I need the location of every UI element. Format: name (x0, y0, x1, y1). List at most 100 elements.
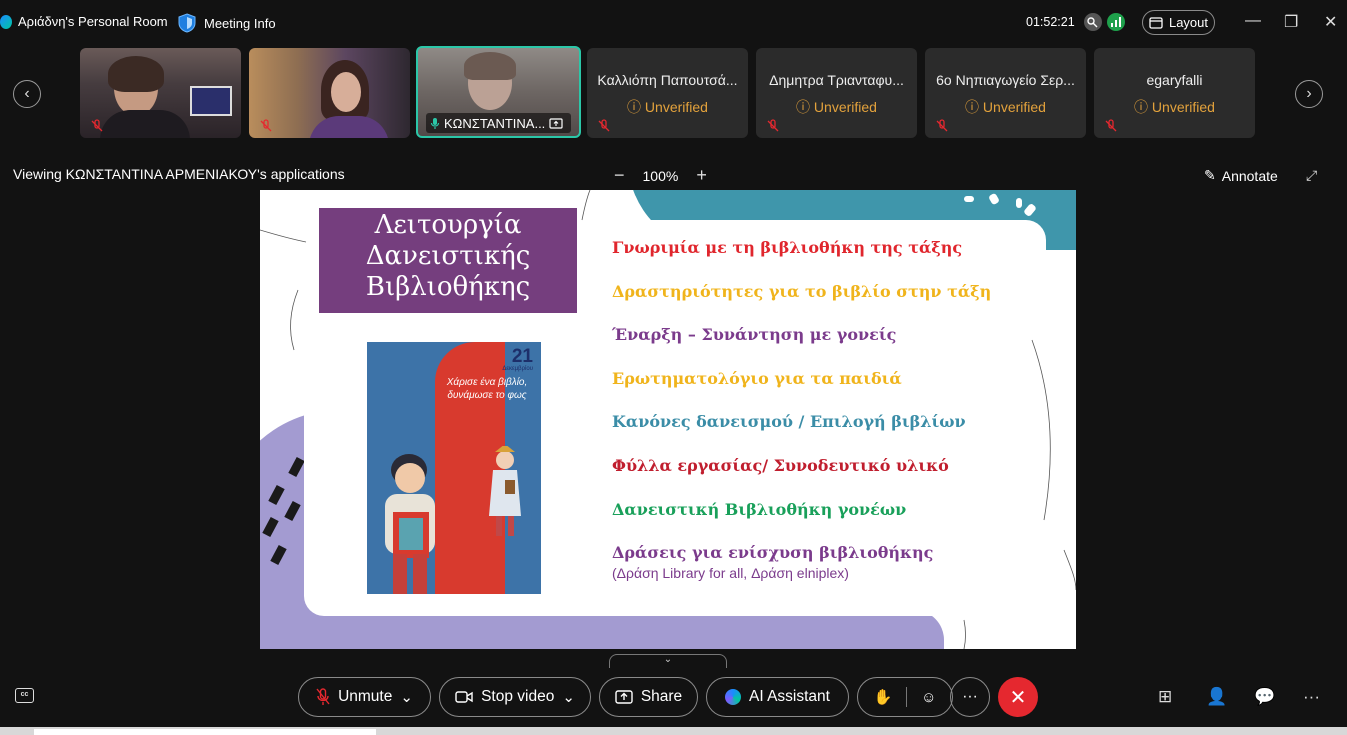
unverified-badge: ⓘ Unverified (1134, 99, 1215, 115)
zoom-out-button[interactable]: − (614, 165, 625, 186)
camera-icon (455, 691, 473, 703)
stop-video-label: Stop video (481, 688, 555, 705)
participant-name: Καλλιόπη Παπουτσά... (597, 72, 738, 88)
slide-item: Έναρξη – Συνάντηση με γονείς (612, 325, 897, 344)
chevron-down-icon[interactable]: ⌄ (400, 688, 413, 706)
more-panels-icon[interactable]: ··· (1303, 687, 1320, 707)
ai-assistant-label: AI Assistant (749, 688, 830, 705)
restore-icon[interactable]: ❐ (1284, 12, 1298, 32)
slide-item: Γνωριμία με τη βιβλιοθήκη της τάξης (612, 238, 963, 257)
participant-name: Δημητρα Τριανταφυ... (769, 72, 904, 88)
webex-logo-icon (0, 14, 12, 29)
zoom-in-button[interactable]: + (696, 165, 707, 186)
close-icon: ✕ (1009, 686, 1027, 709)
zoom-level: 100% (642, 167, 679, 184)
participant-name: 6ο Νηπιαγωγείο Σερ... (936, 72, 1075, 88)
apps-icon[interactable]: ⊞ (1158, 687, 1172, 707)
annotate-label: Annotate (1221, 167, 1278, 184)
book-cover-image: 21 Δεκεμβρίου Χάρισε ένα βιβλίο, δυνάμωσ… (367, 342, 541, 594)
shield-icon (178, 13, 196, 33)
participant-tile[interactable]: 6ο Νηπιαγωγείο Σερ... ⓘ Unverified (925, 48, 1086, 138)
book-number: 21 (511, 346, 533, 367)
shared-slide: Λειτουργία Δανειστικής Βιβλιοθήκης 21 Δεκε… (260, 190, 1076, 649)
leave-meeting-button[interactable]: ✕ (998, 677, 1038, 717)
book-text: Χάρισε ένα βιβλίο, δυνάμωσε το φως (446, 377, 528, 401)
slide-title: Λειτουργία Δανειστικής Βιβλιοθήκης (319, 208, 577, 313)
participant-name: egaryfalli (1146, 72, 1203, 88)
sharing-icon (549, 117, 563, 129)
stop-video-button[interactable]: Stop video ⌄ (439, 677, 591, 717)
chat-icon[interactable]: 💬 (1254, 687, 1275, 707)
layout-label: Layout (1168, 15, 1209, 30)
collapse-controls-button[interactable]: ⌄ (609, 654, 727, 668)
mic-muted-icon (91, 119, 103, 132)
unverified-badge: ⓘ Unverified (965, 99, 1046, 115)
mic-active-icon (430, 117, 440, 129)
meeting-info-button[interactable]: Meeting Info (178, 13, 276, 33)
mic-muted-icon (1105, 119, 1117, 132)
meeting-timer: 01:52:21 (1026, 15, 1075, 29)
reactions-group: ✋ ☺ (857, 677, 953, 717)
slide-item: Δραστηριότητες για το βιβλίο στην τάξη (612, 282, 992, 301)
participants-icon[interactable]: 👤 (1206, 687, 1227, 707)
chevron-right-icon: › (1306, 85, 1312, 102)
slide-item: Ερωτηματολόγιο για τα παιδιά (612, 369, 902, 388)
mic-muted-icon (767, 119, 779, 132)
chevron-left-icon: ‹ (24, 85, 30, 102)
slide-item: Φύλλα εργασίας/ Συνοδευτικό υλικό (612, 456, 949, 475)
closed-captions-icon[interactable]: cc (15, 688, 34, 703)
key-icon[interactable] (1084, 13, 1102, 31)
minimize-icon[interactable]: — (1245, 12, 1261, 30)
taskbar-strip (0, 727, 1347, 735)
layout-button[interactable]: Layout (1142, 10, 1215, 35)
warning-icon: ⓘ (796, 99, 811, 115)
emoji-reaction-icon[interactable]: ☺ (921, 689, 936, 706)
participant-name: ΚΩΝΣΤΑΝΤΙΝΑ... (444, 115, 546, 131)
unmute-label: Unmute (338, 688, 393, 705)
slide-item-note: (Δράση Library for all, Δράση elniplex) (612, 565, 849, 581)
share-screen-icon (615, 690, 633, 704)
mic-muted-icon (598, 119, 610, 132)
zoom-controls: − 100% + (614, 165, 707, 186)
slide-item: Κανόνες δανεισμού / Επιλογή βιβλίων (612, 412, 966, 431)
participant-tile[interactable]: Δημητρα Τριανταφυ... ⓘ Unverified (756, 48, 917, 138)
warning-icon: ⓘ (965, 99, 980, 115)
mic-muted-icon (260, 119, 272, 132)
ai-assistant-button[interactable]: AI Assistant (706, 677, 849, 717)
room-title-text: Αριάδνη's Personal Room (18, 14, 168, 29)
unmute-button[interactable]: Unmute ⌄ (298, 677, 431, 717)
warning-icon: ⓘ (627, 99, 642, 115)
layout-icon (1149, 16, 1163, 29)
scroll-right-button[interactable]: › (1295, 80, 1323, 108)
chevron-down-icon[interactable]: ⌄ (562, 688, 575, 706)
participant-tile-active[interactable]: ΚΩΝΣΤΑΝΤΙΝΑ... (416, 46, 581, 138)
chevron-down-icon: ⌄ (663, 654, 673, 665)
participant-tile[interactable] (80, 48, 241, 138)
annotate-button[interactable]: ✎ Annotate (1204, 167, 1278, 184)
room-title[interactable]: Αριάδνη's Personal Room (0, 14, 168, 29)
mic-muted-icon (316, 688, 330, 705)
share-button[interactable]: Share (599, 677, 698, 717)
book-subtitle: Δεκεμβρίου (502, 366, 533, 372)
unverified-badge: ⓘ Unverified (627, 99, 708, 115)
slide-item: Δράσεις για ενίσχυση βιβλιοθήκης (612, 543, 934, 562)
title-bar: Αριάδνη's Personal Room Meeting Info 01:… (0, 0, 1347, 46)
participant-tile[interactable] (249, 48, 410, 138)
slide-item: Δανειστική Βιβλιοθήκη γονέων (612, 500, 907, 519)
viewing-label: Viewing ΚΩΝΣΤΑΝΤΙΝΑ ΑΡΜΕΝΙΑΚΟΥ's applica… (13, 166, 345, 182)
participant-label: ΚΩΝΣΤΑΝΤΙΝΑ... (426, 113, 571, 133)
share-label: Share (640, 688, 683, 705)
scroll-left-button[interactable]: ‹ (13, 80, 41, 108)
fullscreen-icon[interactable]: ⤢ (1306, 167, 1317, 184)
participant-tile[interactable]: Καλλιόπη Παπουτσά... ⓘ Unverified (587, 48, 748, 138)
meeting-info-label: Meeting Info (204, 15, 276, 31)
raise-hand-icon[interactable]: ✋ (873, 688, 892, 706)
warning-icon: ⓘ (1134, 99, 1149, 115)
pen-icon: ✎ (1204, 167, 1216, 183)
more-options-button[interactable]: ··· (950, 677, 990, 717)
mic-muted-icon (936, 119, 948, 132)
close-icon[interactable]: ✕ (1324, 12, 1337, 32)
participant-tile[interactable]: egaryfalli ⓘ Unverified (1094, 48, 1255, 138)
network-health-icon[interactable] (1107, 13, 1125, 31)
more-icon: ··· (962, 688, 978, 705)
